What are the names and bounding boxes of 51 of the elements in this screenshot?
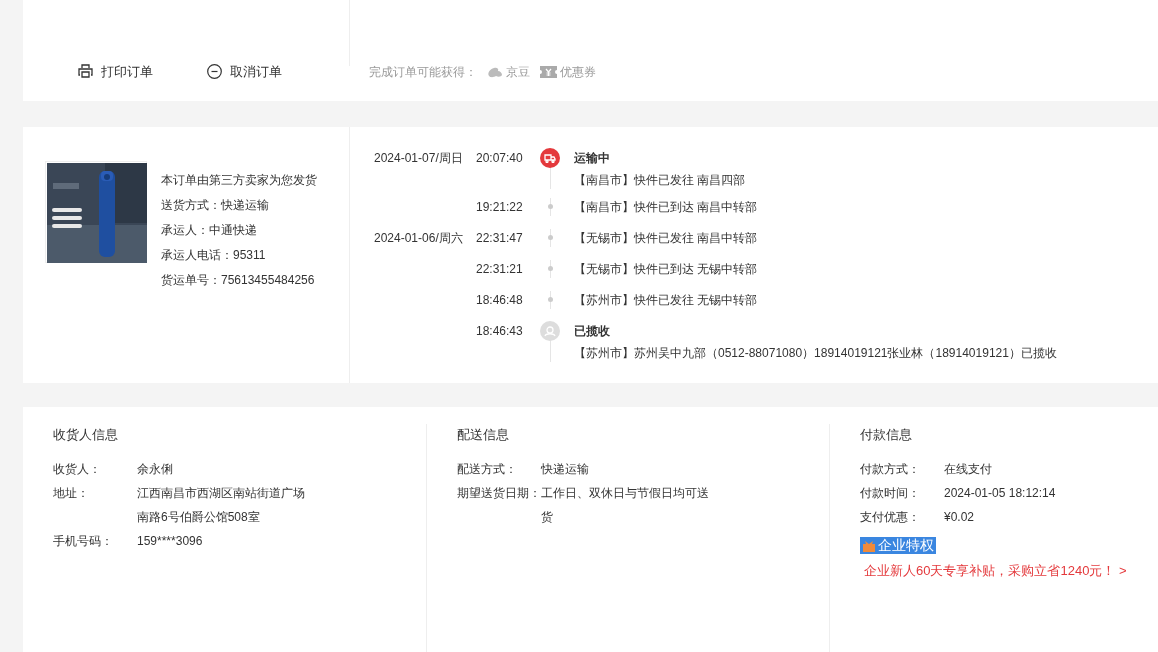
tracking-time: 22:31:47 [476,231,523,245]
info-value: ¥0.02 [944,509,976,526]
tracking-event: 【无锡市】快件已发往 南昌中转部 [574,230,758,247]
info-value: 2024-01-05 18:12:14 [944,485,1057,502]
printer-icon [78,64,93,79]
info-label: 支付优惠： [860,509,921,526]
badge-label: 企业特权 [878,537,934,554]
info-label: 付款时间： [860,485,921,502]
info-label: 地址： [53,485,90,502]
tracking-event: 【南昌市】快件已到达 南昌中转部 [574,199,758,216]
section-title: 收货人信息 [53,426,119,444]
shipment-detail: 承运人电话：95311 [161,247,267,264]
info-value: 在线支付 [944,461,993,478]
info-label: 收货人： [53,461,102,478]
status-title: 已揽收 [574,323,611,340]
info-label: 手机号码： [53,533,114,550]
reward-label: 京豆 [506,64,530,81]
rewards-label: 完成订单可能获得： [369,64,477,81]
tracking-time: 22:31:21 [476,262,523,276]
info-value: 江西南昌市西湖区南站街道广场南路6号伯爵公馆508室 [137,485,306,526]
tracking-time: 18:46:43 [476,324,523,338]
tracking-time: 19:21:22 [476,200,523,214]
shipment-detail: 本订单由第三方卖家为您发货 [161,172,317,189]
minus-circle-icon [207,63,222,79]
info-label: 配送方式： [457,461,518,478]
tracking-event: 【无锡市】快件已到达 无锡中转部 [574,261,758,278]
info-value: 余永俐 [137,461,174,478]
coupon-icon [540,66,557,78]
tracking-event: 【苏州市】苏州吴中九部（0512-88071080）18914019121张业林（18914019121）已揽收 [574,345,1057,362]
tracking-event: 【苏州市】快件已发往 无锡中转部 [574,292,758,309]
info-label: 付款方式： [860,461,921,478]
tracking-date: 2024-01-06/周六 [374,231,463,245]
info-value: 159****3096 [137,533,204,550]
shipment-detail: 货运单号：75613455484256 [161,272,316,289]
tracking-event: 【南昌市】快件已发往 南昌四部 [574,172,746,189]
tracking-time: 20:07:40 [476,151,523,165]
section-title: 付款信息 [860,426,913,444]
section-title: 配送信息 [457,426,510,444]
shipment-detail: 承运人：中通快递 [161,222,258,239]
promo-link[interactable]: 企业新人60天专享补贴，采购立省1240元！ > [860,560,1158,580]
tracking-time: 18:46:48 [476,293,523,307]
shipment-detail: 送货方式：快递运输 [161,197,270,214]
info-label: 期望送货日期： [457,485,541,502]
status-title: 运输中 [574,150,611,167]
reward-label: 优惠券 [560,64,596,81]
print-order-button[interactable]: 打印订单 [78,61,153,81]
tracking-date: 2024-01-07/周日 [374,151,463,165]
info-value: 快递运输 [541,461,590,478]
gift-icon [862,538,876,553]
cancel-order-button[interactable]: 取消订单 [207,61,282,81]
info-value: 工作日、双休日与节假日均可送货 [541,485,710,526]
